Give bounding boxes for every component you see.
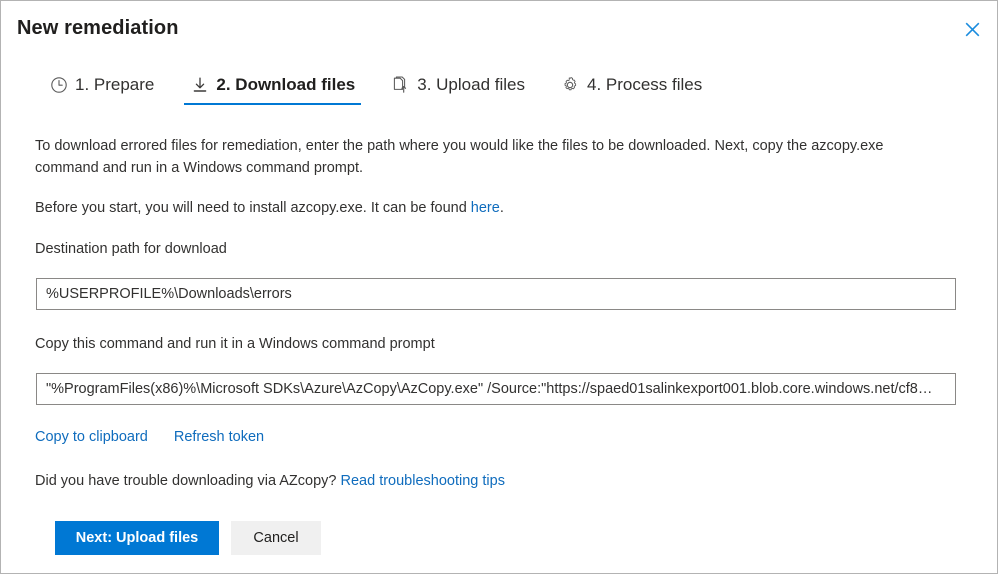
troubleshooting-line: Did you have trouble downloading via AZc… — [35, 471, 505, 491]
intro-paragraph: To download errored files for remediatio… — [35, 135, 915, 179]
dialog-title: New remediation — [17, 17, 179, 40]
azcopy-command-input[interactable] — [36, 373, 956, 405]
refresh-token-link[interactable]: Refresh token — [174, 429, 264, 445]
copy-to-clipboard-link[interactable]: Copy to clipboard — [35, 429, 148, 445]
command-label: Copy this command and run it in a Window… — [35, 334, 435, 354]
tab-download-files[interactable]: 2. Download files — [178, 73, 367, 105]
tab-prepare-label: 1. Prepare — [75, 75, 154, 95]
troubleshooting-text: Did you have trouble downloading via AZc… — [35, 473, 341, 489]
cancel-button[interactable]: Cancel — [231, 521, 321, 555]
gear-icon — [561, 76, 580, 95]
download-icon — [190, 76, 209, 95]
wizard-tablist: 1. Prepare 2. Download files — [37, 73, 726, 105]
tab-upload-files[interactable]: 3. Upload files — [379, 73, 537, 105]
command-actions: Copy to clipboard Refresh token — [35, 429, 264, 445]
tab-upload-files-label: 3. Upload files — [417, 75, 525, 95]
tab-prepare[interactable]: 1. Prepare — [37, 73, 166, 105]
new-remediation-dialog: New remediation 1. Prepare — [0, 0, 998, 574]
clock-icon — [49, 76, 68, 95]
read-troubleshooting-tips-link[interactable]: Read troubleshooting tips — [341, 473, 505, 489]
install-instruction-prefix: Before you start, you will need to insta… — [35, 200, 471, 216]
destination-path-input[interactable] — [36, 278, 956, 310]
install-instruction-suffix: . — [500, 200, 504, 216]
dialog-footer: Next: Upload files Cancel — [55, 521, 321, 555]
destination-path-label: Destination path for download — [35, 239, 227, 259]
install-instruction: Before you start, you will need to insta… — [35, 197, 504, 219]
file-upload-icon — [391, 76, 410, 95]
tab-process-files-label: 4. Process files — [587, 75, 702, 95]
tab-process-files[interactable]: 4. Process files — [549, 73, 714, 105]
close-button[interactable] — [955, 13, 989, 45]
close-x-icon — [965, 22, 980, 37]
azcopy-here-link[interactable]: here — [471, 200, 500, 216]
next-upload-files-button[interactable]: Next: Upload files — [55, 521, 219, 555]
tab-download-files-label: 2. Download files — [216, 75, 355, 95]
